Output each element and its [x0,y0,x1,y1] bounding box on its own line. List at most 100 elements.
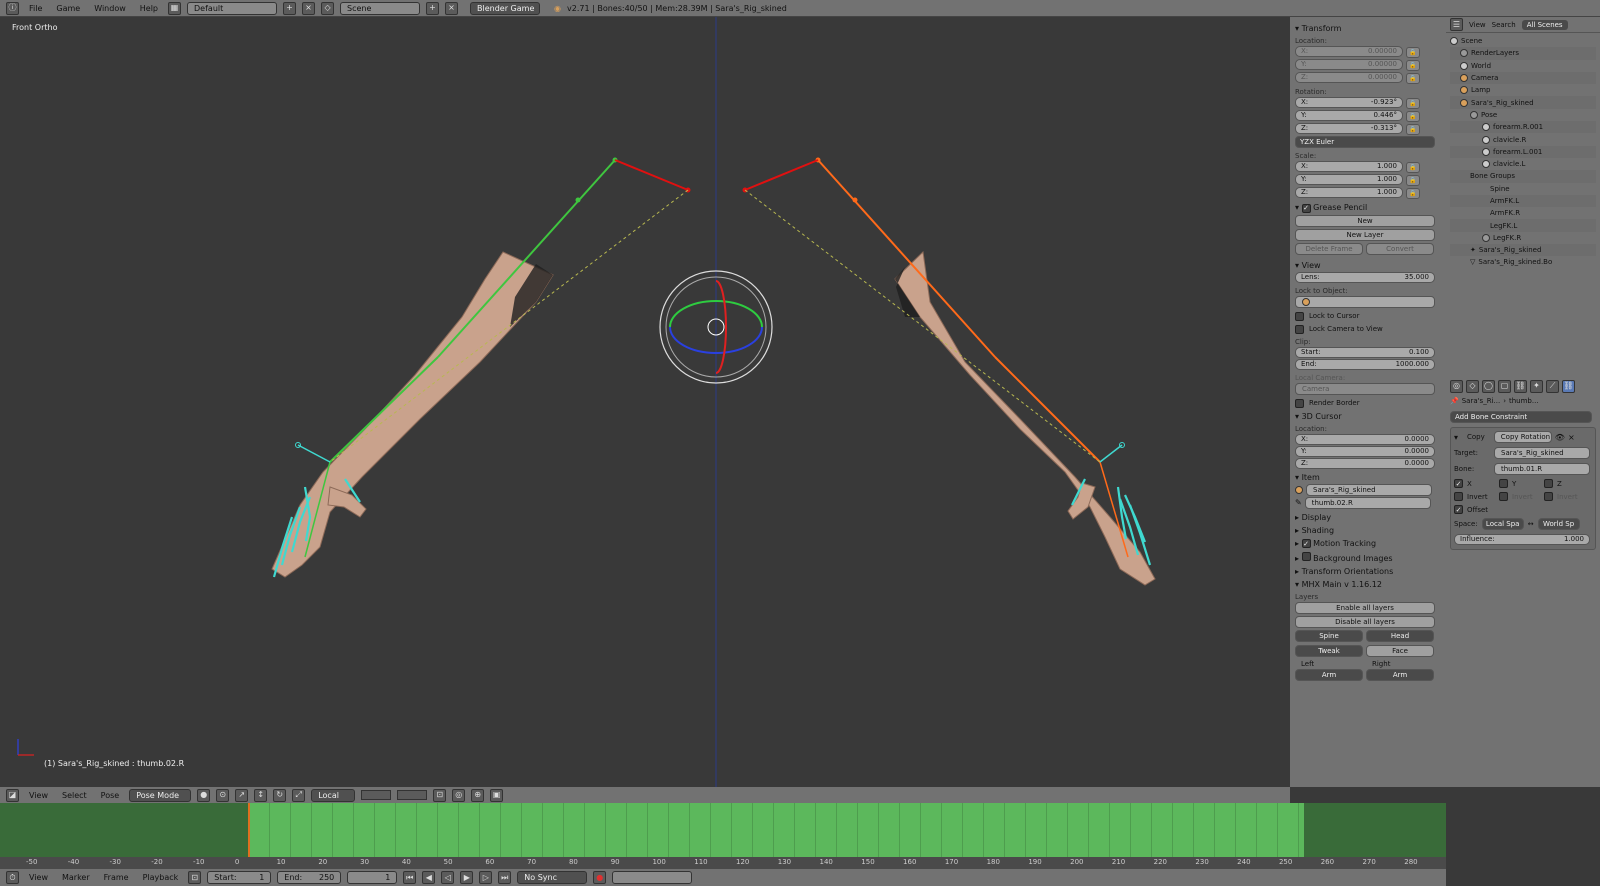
panel-display-header[interactable]: ▸ Display [1295,513,1441,522]
screen-layout-icon[interactable]: ▦ [168,1,182,15]
invert-x-checkbox[interactable] [1454,492,1463,501]
menu-playback[interactable]: Playback [139,873,183,882]
bone-tab-icon[interactable]: ⟋ [1546,379,1559,393]
current-frame-field[interactable]: 1 [347,871,398,884]
proportional-edit-icon[interactable]: ◎ [452,788,466,802]
panel-transform-header[interactable]: ▾ Transform [1295,24,1441,33]
close-icon[interactable]: × [1568,433,1575,442]
outliner-row[interactable]: ArmFK.R [1450,207,1596,219]
properties-editor[interactable]: ◎ ◇ ◯ ▢ ⛓ ✦ ⟋ ⛓ 📌 Sara's_Ri... › thumb..… [1446,377,1600,787]
current-frame-line[interactable] [248,803,250,857]
rotation-y-field[interactable]: Y: 0.446° [1295,110,1403,121]
owner-space-select[interactable]: Local Spa [1481,518,1524,530]
item-bone-name[interactable]: thumb.02.R [1304,496,1431,509]
influence-slider[interactable]: Influence: 1.000 [1454,534,1590,545]
layer-buttons[interactable] [361,790,392,800]
outliner-row[interactable]: Scene [1450,35,1596,47]
outliner-row[interactable]: forearm.R.001 [1450,121,1596,134]
panel-shading-header[interactable]: ▸ Shading [1295,526,1441,535]
offset-checkbox[interactable]: ✓ [1454,505,1463,514]
lock-camera-checkbox[interactable]: Lock Camera to View [1295,324,1441,334]
layer-face-button[interactable]: Face [1366,645,1434,657]
menu-view[interactable]: View [25,873,52,882]
remove-scene-icon[interactable]: × [445,1,459,15]
menu-view[interactable]: View [25,791,52,800]
cursor-x-field[interactable]: X: 0.0000 [1295,433,1435,445]
outliner-row[interactable]: forearm.L.001 [1450,145,1596,158]
translate-icon[interactable]: ↕ [254,788,268,802]
bone-field[interactable]: thumb.01.R [1494,463,1590,475]
panel-background-images-header[interactable]: ▸ Background Images [1295,552,1441,563]
pivot-icon[interactable]: ⊙ [216,788,230,802]
layer-tweak-button[interactable]: Tweak [1295,645,1363,657]
outliner-row[interactable]: Camera [1450,71,1596,85]
panel-3d-cursor-header[interactable]: ▾ 3D Cursor [1295,412,1441,421]
layer-arm-left-button[interactable]: Arm [1295,669,1363,681]
menu-game[interactable]: Game [52,4,84,13]
scale-x-field[interactable]: X: 1.000 [1295,161,1403,172]
outliner-row[interactable]: LegFK.R [1450,232,1596,244]
target-space-select[interactable]: World Sp [1537,518,1580,530]
add-scene-icon[interactable]: + [426,1,440,15]
object-tab-icon[interactable]: ▢ [1498,379,1511,393]
invert-z-checkbox[interactable] [1544,492,1553,501]
bone-constraint-tab-icon[interactable]: ⛓ [1562,379,1575,393]
manipulator-toggle-icon[interactable]: ↗ [235,788,249,802]
use-z-checkbox[interactable] [1544,479,1553,488]
prev-key-icon[interactable]: ◀ [422,871,436,884]
editor-type-icon[interactable]: ⏱ [6,871,19,884]
constraint-name[interactable]: Copy [1461,433,1491,441]
play-reverse-icon[interactable]: ◁ [441,871,455,884]
sync-select[interactable]: No Sync [517,871,588,884]
lock-icon[interactable]: 🔒 [1406,59,1420,71]
editor-type-icon[interactable]: ☰ [1450,18,1463,31]
cursor-y-field[interactable]: Y: 0.0000 [1295,445,1435,457]
delete-frame-button[interactable]: Delete Frame [1295,242,1363,255]
outliner-row[interactable]: LegFK.L [1450,219,1596,232]
clip-end-field[interactable]: End: 1000.000 [1295,358,1435,370]
end-frame-field[interactable]: End: 250 [277,871,342,884]
play-icon[interactable]: ▶ [460,871,474,884]
render-engine-select[interactable]: Blender Game [470,1,541,15]
next-key-icon[interactable]: ▷ [479,871,493,884]
location-z-field[interactable]: Z: 0.00000 [1295,72,1403,83]
menu-window[interactable]: Window [90,4,130,13]
outliner-row[interactable]: Spine [1450,183,1596,195]
panel-motion-tracking-header[interactable]: ▸ ✓ Motion Tracking [1295,539,1441,548]
render-icon[interactable]: ▣ [490,788,504,802]
outliner-row[interactable]: clavicle.L [1450,158,1596,170]
rotation-x-field[interactable]: X: -0.923° [1295,97,1403,108]
outliner-row[interactable]: Pose [1450,109,1596,121]
clip-start-field[interactable]: Start: 0.100 [1295,346,1435,358]
layer-buttons-2[interactable] [397,790,428,800]
add-bone-constraint-select[interactable]: Add Bone Constraint [1450,411,1592,423]
lock-icon[interactable]: 🔒 [1406,123,1420,135]
menu-marker[interactable]: Marker [58,873,94,882]
menu-file[interactable]: File [25,4,46,13]
scene-tab-icon[interactable]: ◇ [1466,379,1479,393]
scale-z-field[interactable]: Z: 1.000 [1295,187,1403,198]
outliner-row[interactable]: World [1450,60,1596,72]
convert-button[interactable]: Convert [1366,242,1434,255]
lock-icon[interactable]: ⊡ [433,788,447,802]
scene-select[interactable]: Scene [340,1,421,15]
outliner-row[interactable]: clavicle.R [1450,133,1596,145]
lock-icon[interactable]: 🔒 [1406,174,1420,186]
scene-icon[interactable]: ◇ [321,1,335,15]
outliner-row[interactable]: Bone Groups [1450,170,1596,183]
location-x-field[interactable]: X: 0.00000 [1295,46,1403,57]
grease-pencil-checkbox[interactable]: ✓ [1301,203,1311,213]
lock-icon[interactable]: 🔒 [1406,72,1420,84]
preview-range-icon[interactable]: ⊡ [188,871,202,884]
outliner-tab-search[interactable]: Search [1492,21,1516,29]
3d-viewport[interactable]: Front Ortho (1) Sara's_Rig_skined : thum… [0,17,1290,787]
lock-object-field[interactable] [1295,295,1435,308]
outliner[interactable]: ☰ View Search All Scenes Scene RenderLay… [1446,17,1600,377]
screen-layout-select[interactable]: Default [187,1,278,15]
snap-icon[interactable]: ⊕ [471,788,485,802]
outliner-row[interactable]: ArmFK.L [1450,194,1596,208]
record-icon[interactable]: ● [593,871,607,884]
menu-select[interactable]: Select [58,791,91,800]
lock-to-cursor-checkbox[interactable]: Lock to Cursor [1295,311,1441,321]
lock-icon[interactable]: 🔒 [1406,46,1420,58]
